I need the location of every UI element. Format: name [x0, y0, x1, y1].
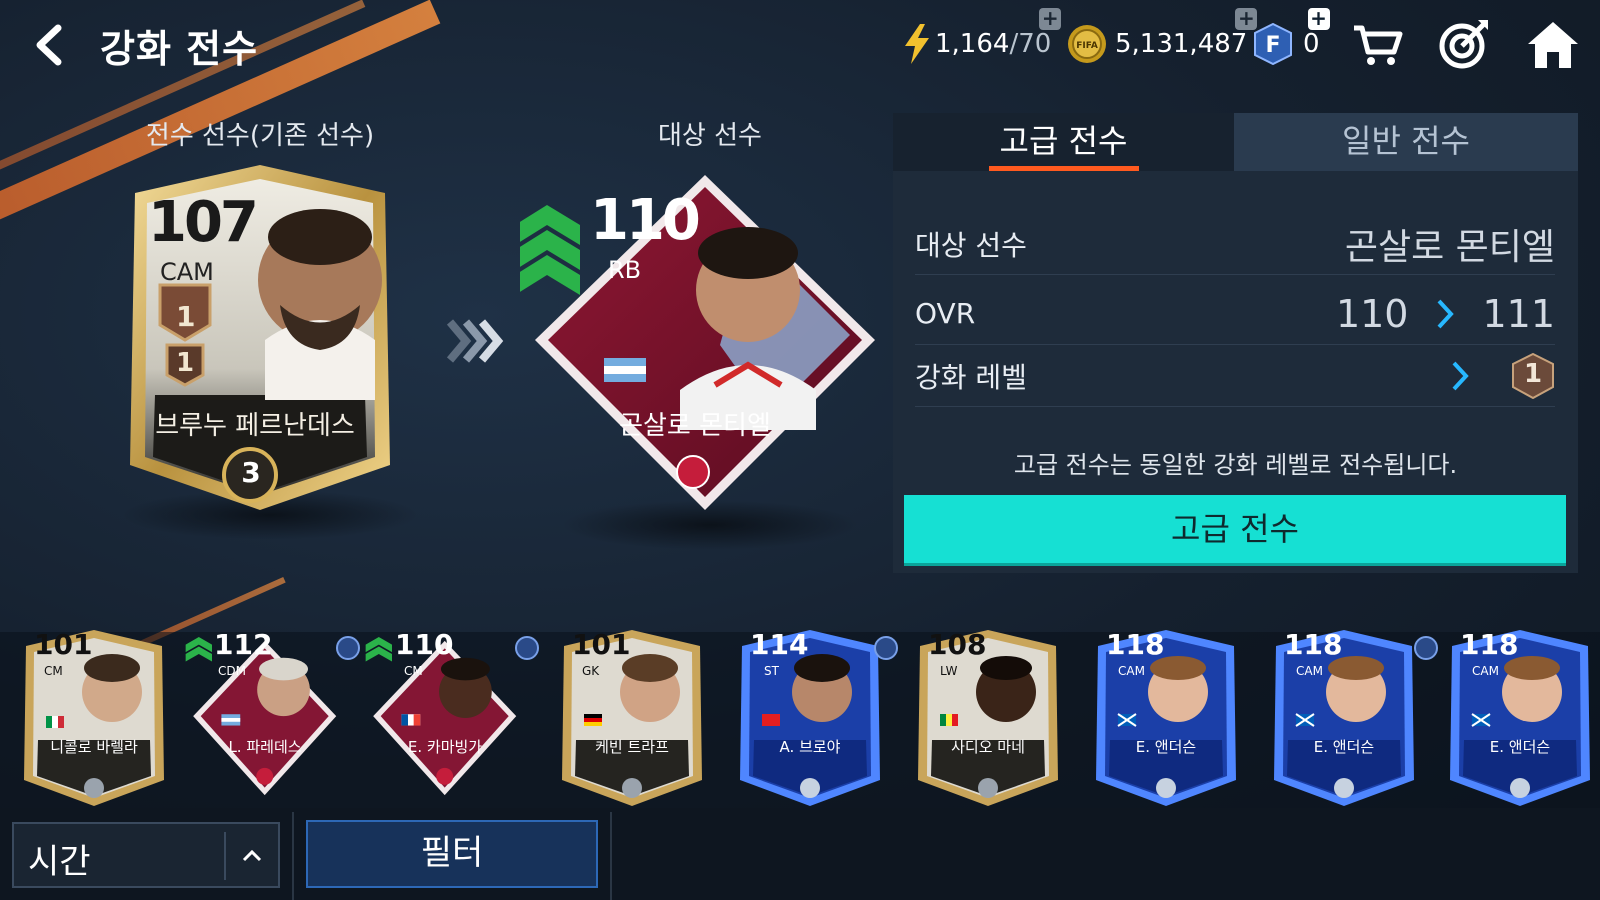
player-7-ovr: 118 [1106, 628, 1165, 661]
sort-label: 시간 [28, 842, 91, 882]
player-5-name: A. 브로야 [779, 738, 841, 756]
energy-max: /70 [1009, 29, 1052, 59]
coin-value: 5,131,487 [1115, 29, 1248, 59]
player-6-pos: LW [940, 664, 958, 678]
player-4-name: 케빈 트라프 [595, 738, 669, 756]
player-9-pos: CAM [1472, 664, 1499, 678]
level-badge: 1 [1511, 352, 1555, 399]
source-heading: 전수 선수(기존 선수) [145, 121, 375, 151]
home-icon[interactable] [1526, 20, 1580, 70]
add-energy-button[interactable]: + [1039, 8, 1062, 30]
source-tier: 3 [241, 456, 261, 489]
back-button[interactable] [30, 22, 70, 68]
chevron-up-icon [242, 849, 262, 862]
svg-text:F: F [1265, 33, 1280, 58]
energy-counter: 1,164/70 + [903, 8, 1062, 66]
svg-text:FIFA: FIFA [1076, 41, 1098, 51]
level-to: 1 [1523, 358, 1543, 389]
player-5-pos: ST [764, 664, 779, 678]
energy-value: 1,164 [935, 29, 1010, 59]
target-icon[interactable] [1438, 18, 1490, 70]
player-5-ovr: 114 [750, 628, 809, 661]
target-player-label: 대상 선수 [915, 228, 1027, 262]
transfer-panel: 고급 전수 일반 전수 대상 선수 곤살로 몬티엘 OVR 110 111 강화… [893, 113, 1578, 573]
fpoint-counter: F 0 + [1253, 8, 1330, 66]
tab-normal-transfer[interactable]: 일반 전수 [1234, 113, 1578, 171]
source-level-badge: 1 [176, 300, 196, 333]
player-9-name: E. 앤더슨 [1489, 738, 1551, 756]
ovr-to: 111 [1482, 291, 1555, 336]
fpoint-value: 0 [1303, 29, 1320, 59]
lock-icon [515, 636, 539, 660]
tab-advanced-transfer[interactable]: 고급 전수 [893, 113, 1234, 171]
player-6-name: 사디오 마네 [951, 738, 1025, 756]
player-2-name: L. 파레데스 [228, 738, 302, 756]
ovr-from: 110 [1335, 291, 1409, 336]
player-9-ovr: 118 [1460, 628, 1519, 661]
player-1-pos: CM [44, 664, 63, 678]
target-player-row: 대상 선수 곤살로 몬티엘 [915, 213, 1555, 275]
f-point-icon: F [1254, 23, 1292, 65]
target-ovr: 110 [590, 188, 701, 253]
page-title: 강화 전수 [100, 27, 259, 71]
source-position: CAM [160, 258, 214, 286]
filter-button[interactable]: 필터 [306, 820, 598, 888]
source-ovr: 107 [148, 190, 259, 255]
arrow-right-icon [1452, 361, 1469, 390]
ovr-label: OVR [915, 297, 976, 330]
add-fpoints-button[interactable]: + [1307, 8, 1330, 30]
target-heading: 대상 선수 [658, 121, 762, 151]
transfer-note: 고급 전수는 동일한 강화 레벨로 전수됩니다. [1013, 451, 1458, 479]
player-2-ovr: 112 [214, 628, 273, 661]
target-player-card[interactable] [520, 175, 890, 515]
lock-icon [874, 636, 898, 660]
coin-counter: FIFA 5,131,487 + [1067, 8, 1258, 66]
target-position: RB [608, 256, 642, 284]
player-3-name: E. 카마빙가 [407, 738, 483, 756]
sort-dropdown[interactable]: 시간 [12, 822, 280, 888]
level-label: 강화 레벨 [915, 360, 1027, 394]
lightning-icon [905, 24, 929, 64]
source-player-name: 브루누 페르난데스 [155, 411, 355, 441]
level-row: 강화 레벨 1 [915, 345, 1555, 407]
player-3-ovr: 110 [395, 628, 454, 661]
player-2-pos: CDM [218, 664, 246, 678]
lock-icon [336, 636, 360, 660]
arrow-right-icon [1437, 299, 1455, 328]
cart-icon[interactable] [1352, 22, 1404, 68]
player-1-name: 니콜로 바렐라 [50, 738, 138, 756]
advanced-transfer-button[interactable]: 고급 전수 [904, 495, 1566, 563]
player-8-ovr: 118 [1284, 628, 1343, 661]
player-6-ovr: 108 [928, 628, 987, 661]
target-player-value: 곤살로 몬티엘 [1344, 226, 1555, 268]
transfer-arrow-icon [446, 319, 504, 363]
player-8-name: E. 앤더슨 [1313, 738, 1375, 756]
player-4-ovr: 101 [572, 628, 631, 661]
player-7-name: E. 앤더슨 [1135, 738, 1197, 756]
fifa-coin-icon: FIFA [1068, 25, 1106, 63]
player-3-pos: CM [404, 664, 423, 678]
player-7-pos: CAM [1118, 664, 1145, 678]
source-level-small: 1 [176, 348, 195, 378]
player-1-ovr: 101 [34, 628, 93, 661]
lock-icon [1414, 636, 1438, 660]
ovr-row: OVR 110 111 [915, 283, 1555, 345]
player-8-pos: CAM [1296, 664, 1323, 678]
player-4-pos: GK [582, 664, 600, 678]
target-player-name: 곤살로 몬티엘 [619, 411, 771, 441]
